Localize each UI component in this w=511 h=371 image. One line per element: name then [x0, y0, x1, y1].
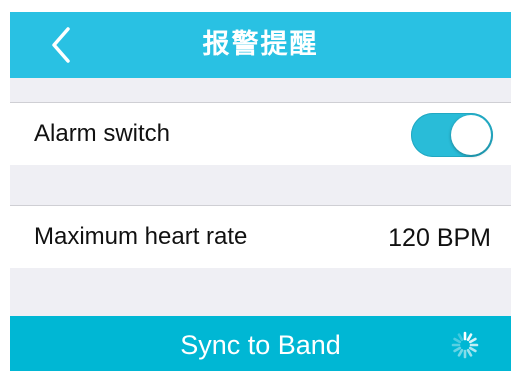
loading-spinner-icon — [450, 330, 480, 360]
sync-to-band-label: Sync to Band — [180, 330, 341, 360]
toggle-knob — [451, 115, 491, 155]
sync-to-band-button[interactable]: Sync to Band — [10, 316, 511, 371]
alarm-switch-label: Alarm switch — [34, 120, 171, 147]
section-separator — [10, 78, 511, 102]
section-separator — [10, 268, 511, 316]
alarm-switch-row: Alarm switch — [10, 103, 511, 165]
page-title: 报警提醒 — [202, 29, 319, 60]
max-heart-rate-row[interactable]: Maximum heart rate 120 BPM — [10, 206, 511, 268]
max-heart-rate-label: Maximum heart rate — [34, 223, 248, 250]
max-heart-rate-value: 120 BPM — [388, 224, 491, 252]
nav-bar: 报警提醒 — [10, 12, 511, 78]
heart-rate-alarm-screen: 报警提醒 Alarm switch Maximum heart rate 120… — [0, 0, 511, 371]
section-separator — [10, 165, 511, 205]
alarm-switch-toggle[interactable] — [411, 113, 493, 157]
